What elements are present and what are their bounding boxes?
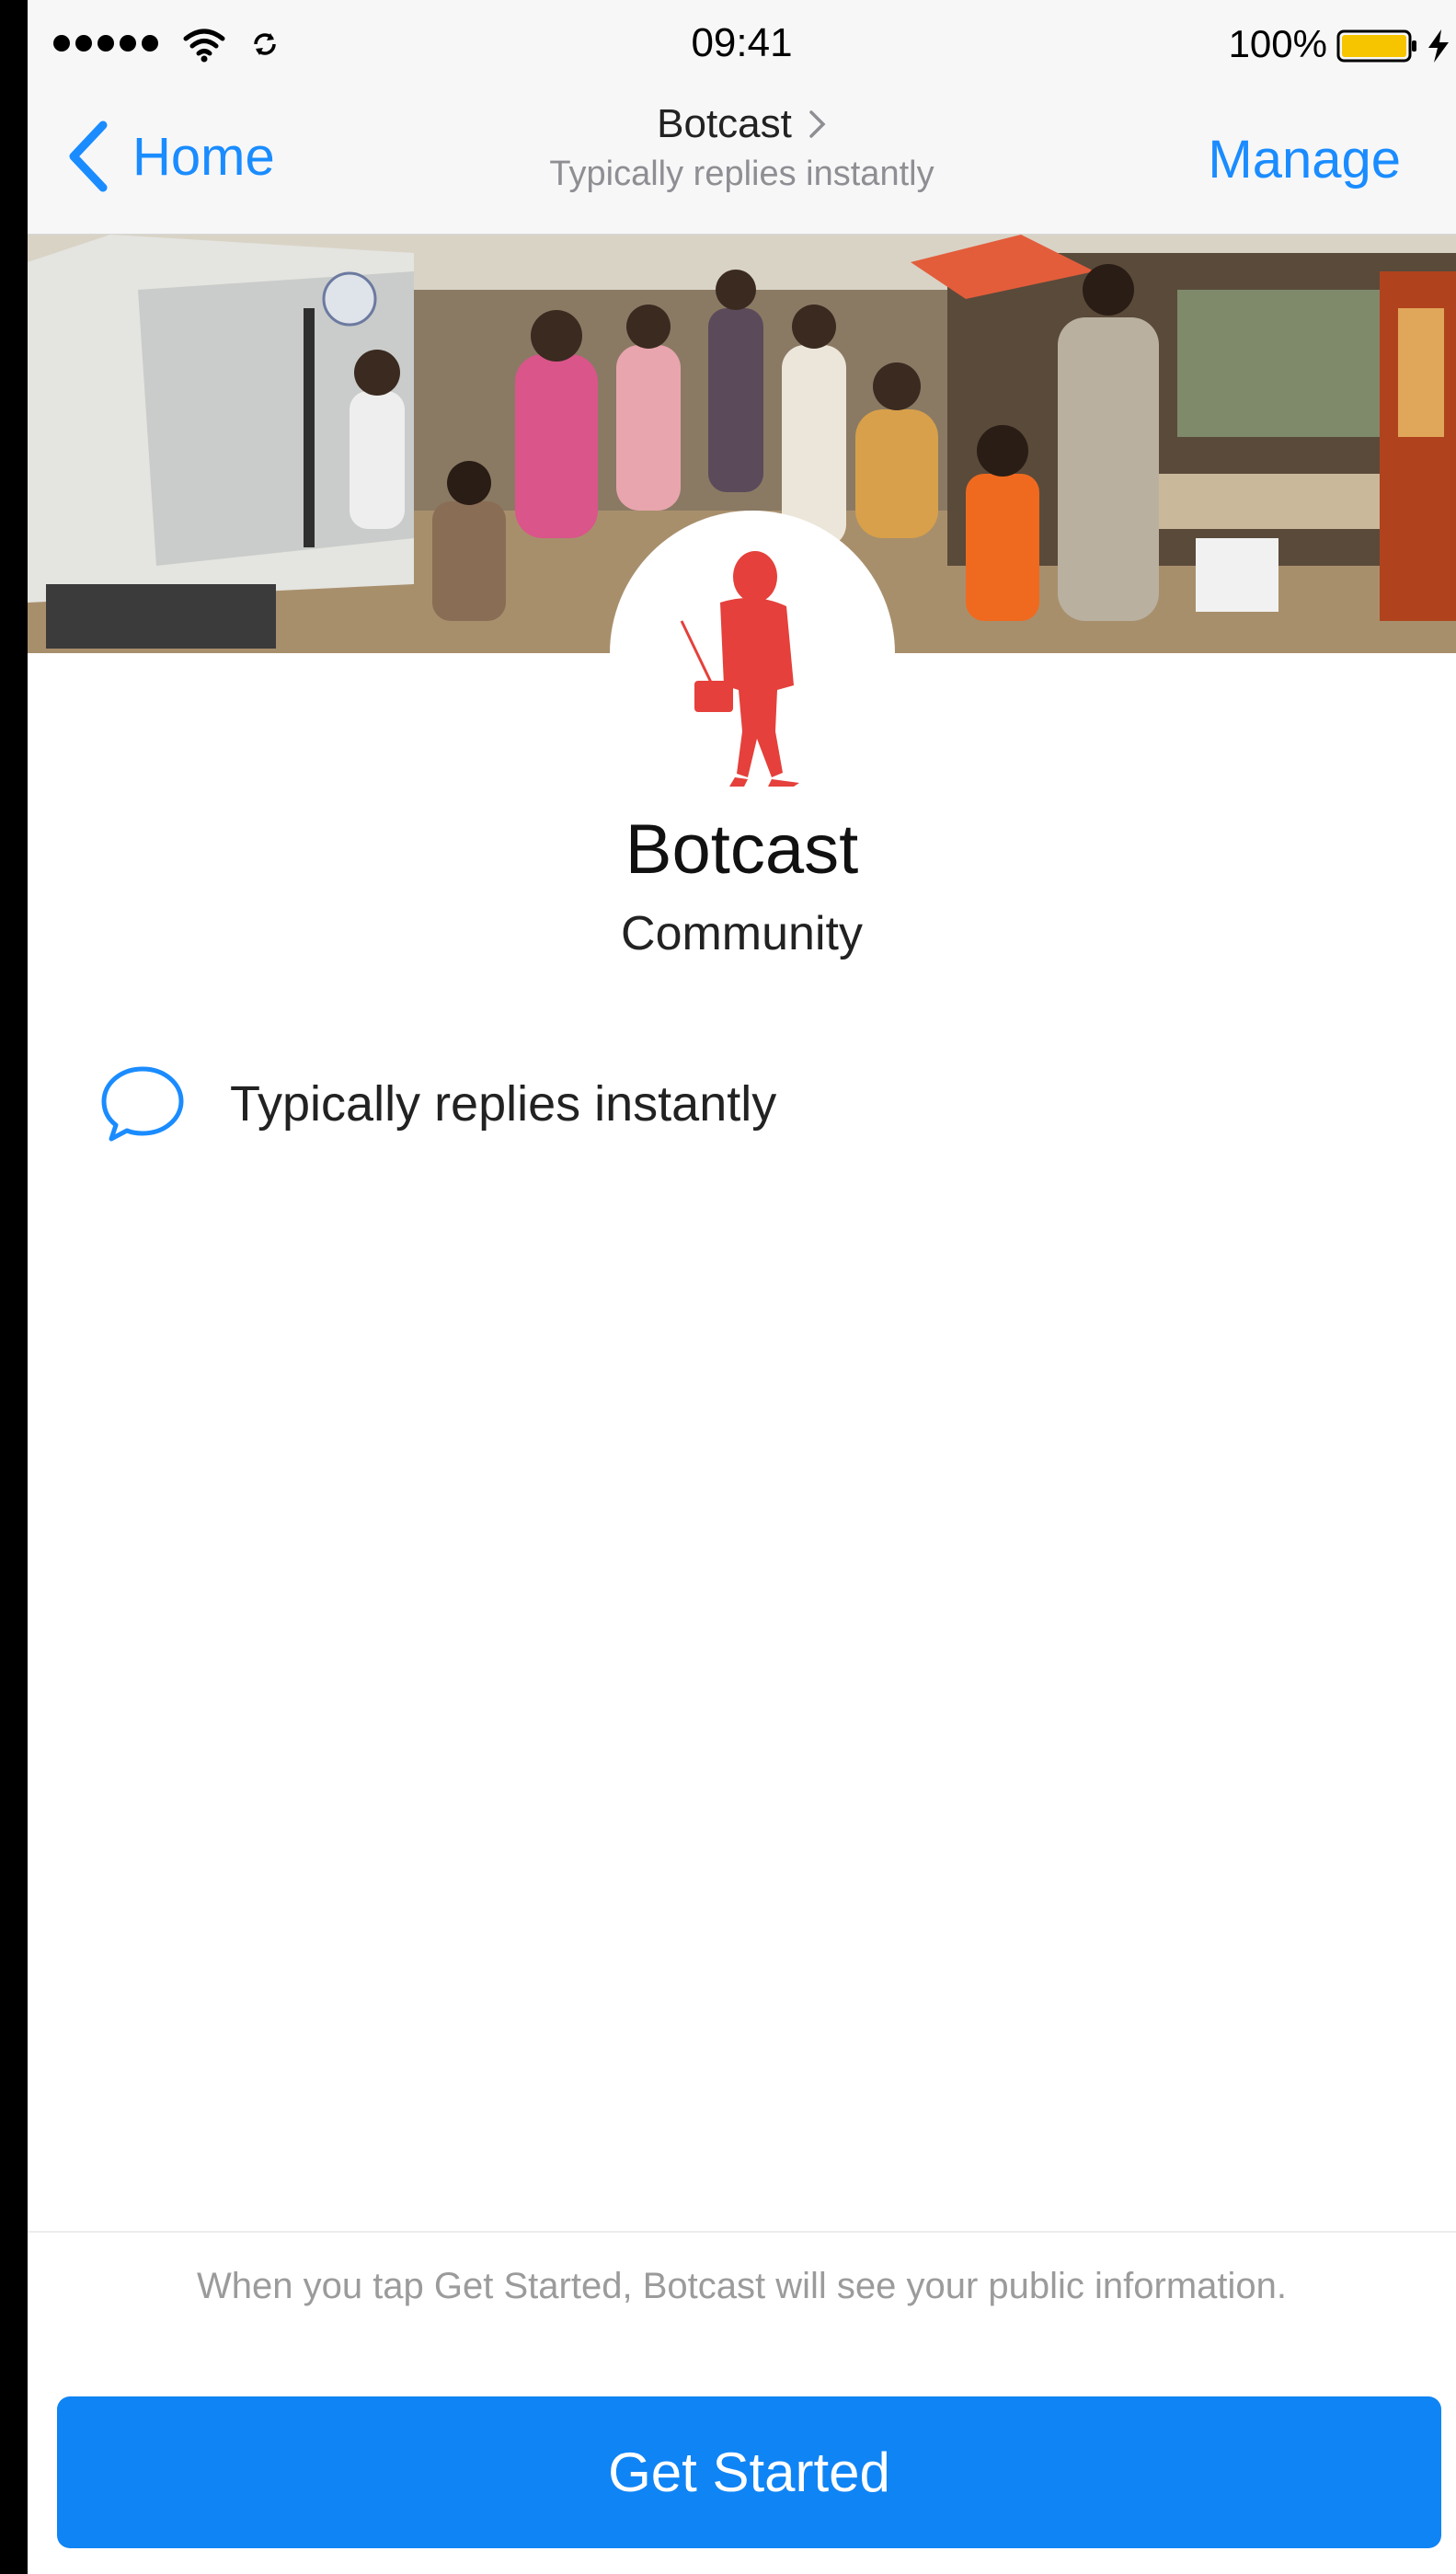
get-started-button[interactable]: Get Started	[57, 2396, 1441, 2548]
manage-button[interactable]: Manage	[1208, 129, 1401, 190]
chat-bubble-icon	[101, 1066, 184, 1142]
bolt-icon	[1428, 29, 1449, 63]
battery-percent: 100%	[1228, 22, 1327, 65]
messenger-screen: 09:41 100% Home Botcast Typically replie…	[28, 0, 1456, 2574]
response-time-text: Typically replies instantly	[230, 1076, 777, 1132]
divider	[28, 2231, 1456, 2233]
battery-icon	[1336, 29, 1416, 63]
response-time-row: Typically replies instantly	[97, 1058, 776, 1150]
avatar[interactable]	[610, 511, 895, 796]
navigation-bar: Home Botcast Typically replies instantly…	[28, 92, 1456, 235]
privacy-note: When you tap Get Started, Botcast will s…	[196, 2266, 1288, 2306]
nav-title[interactable]: Botcast	[657, 101, 827, 147]
nav-title-text: Botcast	[657, 101, 792, 146]
page-category: Community	[621, 907, 863, 960]
chevron-right-icon	[809, 110, 826, 138]
page-name: Botcast	[625, 810, 859, 889]
status-bar: 09:41 100%	[28, 0, 1456, 92]
